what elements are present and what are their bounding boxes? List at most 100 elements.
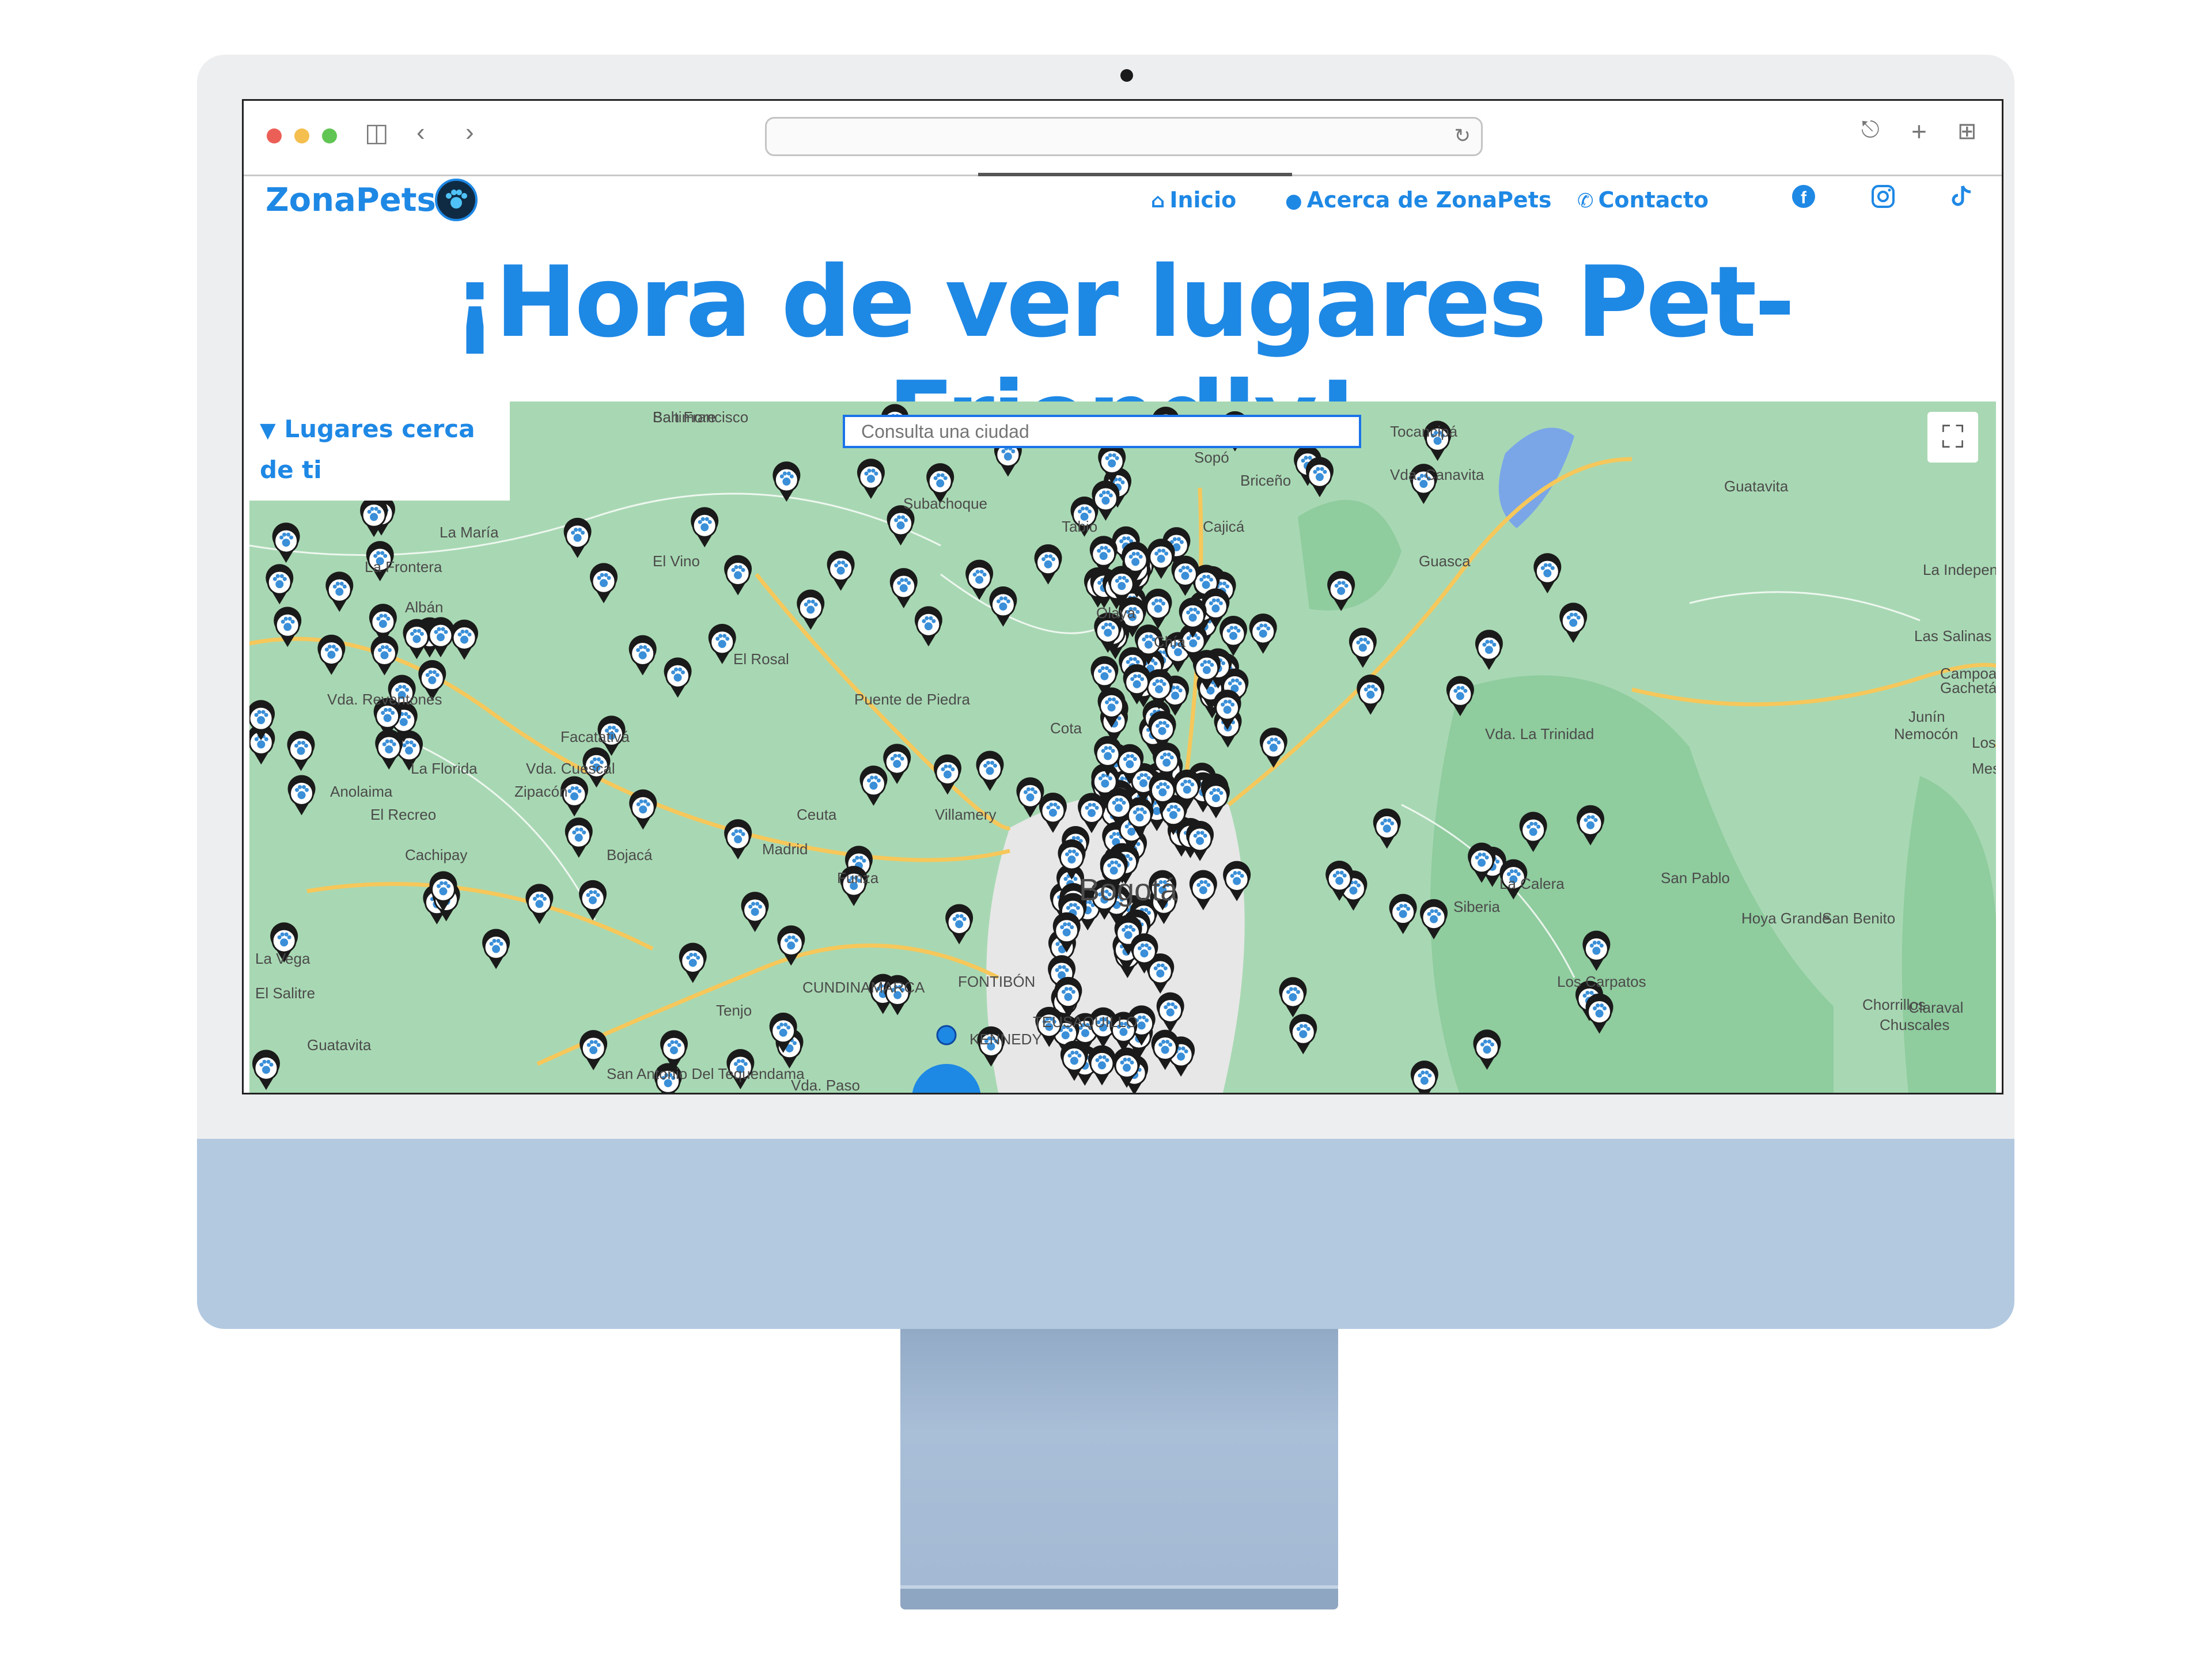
place-label: Gachetá (1940, 679, 1996, 696)
place-label: Facatativá (560, 728, 630, 745)
nav-contacto-label: Contacto (1598, 187, 1709, 213)
brand-logo-text[interactable]: ZonaPets (266, 181, 436, 219)
paw-group-icon: ● (1285, 190, 1302, 213)
phone-icon: ✆ (1577, 190, 1594, 213)
place-label: La Vega (255, 950, 310, 967)
paw-pin-icon (1016, 777, 1044, 818)
place-label: La Frontera (365, 558, 442, 575)
city-search-input[interactable] (843, 415, 1361, 448)
paw-pin-icon (859, 766, 888, 806)
new-tab-icon[interactable]: + (1911, 116, 1927, 147)
monitor-foot (900, 1585, 1338, 1609)
map-svg: San FranciscoTocancipáBriceño Vda. Canavi… (249, 404, 1996, 1093)
place-label: Los Naranjos (1972, 734, 1996, 751)
tab-indicator (978, 173, 1292, 176)
place-label: Olaya (1096, 604, 1135, 622)
paw-pin-icon (629, 789, 657, 830)
place-label: Sopó (1194, 449, 1229, 466)
tab-overview-icon[interactable]: ⊞ (1957, 118, 1977, 145)
place-label: Ceuta (797, 806, 837, 823)
paw-pin-icon (741, 892, 769, 932)
place-label: Claraval (1908, 999, 1963, 1016)
paw-pin-icon (375, 729, 403, 770)
place-label: Cajicá (1203, 518, 1245, 535)
home-icon: ⌂ (1151, 190, 1165, 213)
paw-pin-icon (1349, 627, 1377, 668)
monitor-foot-highlight (900, 1585, 1338, 1589)
paw-pin-icon (590, 563, 618, 604)
address-bar[interactable]: ↻ (765, 117, 1483, 156)
nearby-label-text: Lugares cerca de ti (260, 415, 475, 484)
paw-pin-icon (317, 634, 346, 675)
paw-pin-icon (1144, 588, 1172, 629)
nearby-panel[interactable]: ▼ Lugares cerca de ti (249, 402, 510, 501)
place-label: Vda. La Trinidad (1485, 725, 1594, 743)
place-label: San Benito (1822, 910, 1895, 927)
place-label: Villamery (935, 806, 996, 823)
place-label: Anolaima (330, 783, 393, 800)
paw-pin-icon (1410, 1060, 1438, 1093)
place-label: Mesitas (1972, 760, 1996, 777)
reload-icon[interactable]: ↻ (1455, 124, 1471, 147)
place-label: Briceño (1240, 472, 1291, 489)
place-label: Guatavita (307, 1036, 372, 1054)
user-person-icon (936, 1025, 957, 1046)
current-location-marker[interactable] (912, 1064, 981, 1093)
paw-pin-icon (1533, 553, 1562, 594)
share-icon[interactable]: ⎋ (1861, 117, 1880, 143)
fullscreen-icon[interactable]: ⛶ (1927, 412, 1978, 463)
place-label: FONTIBÓN (958, 973, 1035, 990)
paw-pin-icon (976, 751, 1004, 791)
paw-pin-icon (1373, 808, 1401, 849)
paw-pin-icon (272, 522, 300, 563)
nearby-panel-label: ▼ Lugares cerca de ti (260, 410, 502, 490)
place-label: Bojacá (607, 846, 653, 863)
forward-icon[interactable]: › (465, 118, 474, 147)
paw-pin-icon (883, 744, 911, 785)
place-label: La Independencia (1923, 561, 1996, 578)
map-canvas[interactable]: San Francisco Tocancipá Briceño Vda. Canavi… (249, 402, 1996, 1093)
place-label: Madrid (762, 840, 808, 858)
place-label: Vda. Reventones (327, 691, 442, 708)
paw-pin-icon (628, 635, 657, 676)
paw-pin-icon (1034, 544, 1062, 585)
paw-pin-icon (287, 730, 315, 771)
instagram-icon[interactable] (1868, 181, 1898, 211)
nav-acerca-label: Acerca de ZonaPets (1306, 187, 1552, 213)
place-label: Puente de Piedra (854, 691, 970, 708)
place-label: Zipacón (514, 783, 568, 800)
maximize-window-icon[interactable] (322, 128, 337, 143)
facebook-icon[interactable]: f (1789, 181, 1819, 211)
close-window-icon[interactable] (267, 128, 282, 143)
place-label: Funza (837, 869, 879, 887)
paw-pin-icon (565, 817, 593, 858)
paw-pin-icon (797, 589, 825, 630)
place-label: San Pablo (1661, 869, 1730, 887)
minimize-window-icon[interactable] (294, 128, 309, 143)
paw-logo-icon[interactable] (435, 179, 478, 221)
nav-inicio-label: Inicio (1169, 187, 1237, 213)
place-label: Guatavita (1724, 478, 1789, 495)
sidebar-toggle-icon[interactable]: ◫ (365, 118, 389, 147)
paw-pin-icon (1279, 977, 1307, 1018)
tiktok-icon[interactable] (1946, 181, 1976, 211)
paw-pin-icon (889, 568, 918, 609)
place-label: Las Salinas (1914, 627, 1991, 645)
browser-toolbar: ◫ ‹ › ↻ ⎋ + ⊞ (244, 101, 2002, 176)
nav-acerca[interactable]: ● Acerca de ZonaPets (1285, 187, 1551, 213)
place-label: Junín (1908, 708, 1945, 725)
place-label: La María (440, 524, 499, 541)
place-label: Vda. Paso (791, 1077, 860, 1093)
paw-pin-icon (679, 942, 707, 983)
place-label: Vda. Cuescal (526, 760, 615, 777)
place-label: Los Carpatos (1557, 973, 1646, 990)
paw-pin-icon (450, 619, 479, 660)
place-label: Tenjo (716, 1002, 752, 1019)
paw-pin-icon (1289, 1014, 1317, 1055)
place-label: La Florida (411, 760, 478, 777)
nav-contacto[interactable]: ✆ Contacto (1577, 187, 1709, 213)
nav-inicio[interactable]: ⌂ Inicio (1151, 187, 1236, 213)
paw-pin-icon (266, 564, 294, 605)
monitor-stand (900, 1329, 1338, 1585)
back-icon[interactable]: ‹ (416, 118, 425, 147)
